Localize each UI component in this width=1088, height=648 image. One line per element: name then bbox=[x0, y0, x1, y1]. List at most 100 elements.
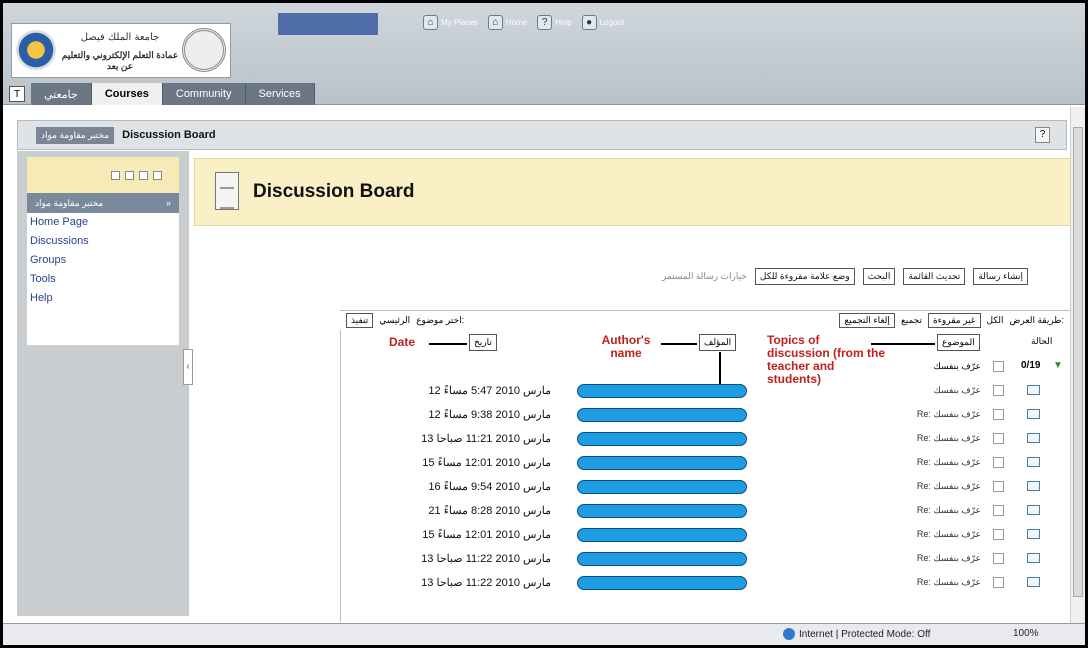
logout-link[interactable]: ● Logout bbox=[581, 15, 624, 30]
topic-column-header[interactable]: الموضوع bbox=[937, 334, 980, 351]
content-area: Discussion Board خيارات رسالة المستمر وض… bbox=[194, 158, 1076, 622]
author-redaction bbox=[577, 384, 747, 398]
row-checkbox[interactable] bbox=[993, 433, 1004, 444]
search-button[interactable]: البحث bbox=[862, 268, 896, 285]
collapse-panel-button[interactable]: ‹ bbox=[183, 349, 193, 385]
row-checkbox[interactable] bbox=[993, 505, 1004, 516]
view-toolbar: تنفيذ الرئيسي اختر موضوع: إلغاء التجميع … bbox=[340, 310, 1070, 330]
row-checkbox[interactable] bbox=[993, 577, 1004, 588]
table-row[interactable]: 15 مارس 2010 12:01 مساءً Re: عرّف بنفسك bbox=[341, 524, 1070, 546]
message-topic[interactable]: Re: عرّف بنفسك bbox=[811, 577, 981, 588]
table-row[interactable]: 13 مارس 2010 11:22 صباحا Re: عرّف بنفسك bbox=[341, 572, 1070, 594]
date-column-header[interactable]: تاريخ bbox=[469, 334, 497, 351]
ungroup-button[interactable]: إلغاء التجميع bbox=[839, 313, 895, 328]
status-column-header: الحالة bbox=[1031, 336, 1053, 346]
topic-annotation-line bbox=[871, 343, 935, 345]
home-link[interactable]: ⌂ Home bbox=[487, 15, 528, 30]
row-checkbox[interactable] bbox=[993, 481, 1004, 492]
home-label: Home bbox=[505, 18, 528, 27]
folder-view-icon[interactable] bbox=[125, 171, 134, 180]
my-places-link[interactable]: ⌂ My Places bbox=[423, 15, 478, 30]
envelope-icon bbox=[1027, 433, 1040, 443]
tab-services[interactable]: Services bbox=[245, 83, 315, 105]
tab-my-university[interactable]: جامعتي bbox=[31, 83, 92, 105]
table-row[interactable]: 12 مارس 2010 9:38 مساءً Re: عرّف بنفسك bbox=[341, 404, 1070, 426]
mark-all-read-button[interactable]: وضع علامة مقروءة للكل bbox=[754, 268, 855, 285]
breadcrumb-course[interactable]: مختبر مقاومة مواد bbox=[36, 126, 115, 144]
help-icon[interactable]: ? bbox=[1035, 127, 1050, 143]
create-message-button[interactable]: إنشاء رسالة bbox=[973, 268, 1028, 285]
author-redaction bbox=[577, 552, 747, 566]
row-checkbox[interactable] bbox=[993, 385, 1004, 396]
message-topic[interactable]: Re: عرّف بنفسك bbox=[811, 505, 981, 516]
tab-community[interactable]: Community bbox=[162, 83, 246, 105]
places-icon: ⌂ bbox=[423, 15, 438, 30]
security-zone[interactable]: Internet | Protected Mode: Off bbox=[783, 628, 930, 640]
refresh-list-button[interactable]: تحديث القائمة bbox=[903, 268, 966, 285]
date-annotation: Date bbox=[389, 335, 416, 349]
execute-button[interactable]: تنفيذ bbox=[346, 313, 374, 328]
thread-title[interactable]: عرّف بنفسك bbox=[901, 361, 981, 372]
message-topic[interactable]: Re: عرّف بنفسك bbox=[811, 529, 981, 540]
browser-status-bar: Internet | Protected Mode: Off 100% bbox=[3, 623, 1085, 645]
author-redaction bbox=[577, 576, 747, 590]
message-topic[interactable]: Re: عرّف بنفسك bbox=[811, 433, 981, 444]
all-filter-button[interactable]: الكل bbox=[987, 315, 1004, 326]
pick-topic-label: اختر موضوع: bbox=[416, 315, 465, 325]
thread-options-link[interactable]: خيارات رسالة المستمر bbox=[662, 271, 747, 282]
message-topic[interactable]: Re: عرّف بنفسك bbox=[811, 457, 981, 468]
logo-seal-icon bbox=[16, 30, 56, 70]
page-title-band: Discussion Board bbox=[194, 158, 1076, 226]
sidebar-item-help[interactable]: Help bbox=[27, 289, 179, 308]
new-window-icon[interactable] bbox=[139, 171, 148, 180]
table-row[interactable]: 21 مارس 2010 8:28 مساءً Re: عرّف بنفسك bbox=[341, 500, 1070, 522]
table-row[interactable]: 13 مارس 2010 11:22 صباحا Re: عرّف بنفسك bbox=[341, 548, 1070, 570]
sidebar-item-home-page[interactable]: Home Page bbox=[27, 213, 179, 232]
message-topic[interactable]: عرّف بنفسك bbox=[811, 385, 981, 396]
menu-course-title[interactable]: مختبر مقاومة مواد » bbox=[27, 193, 179, 213]
row-checkbox[interactable] bbox=[993, 409, 1004, 420]
table-row[interactable]: 13 مارس 2010 11:21 صباحا Re: عرّف بنفسك bbox=[341, 428, 1070, 450]
university-logo[interactable]: جامعة الملك فيصل عمادة التعلم الإلكتروني… bbox=[11, 23, 231, 78]
zoom-level[interactable]: 100% bbox=[1013, 628, 1039, 639]
help-label: Help bbox=[555, 18, 572, 27]
thread-row[interactable]: عرّف بنفسك 0/19 ▼ bbox=[341, 356, 1070, 378]
page-title: Discussion Board bbox=[253, 181, 415, 202]
tab-courses[interactable]: Courses bbox=[91, 83, 163, 105]
author-redaction bbox=[577, 528, 747, 542]
sidebar-item-discussions[interactable]: Discussions bbox=[27, 232, 179, 251]
logo-university-name: جامعة الملك فيصل bbox=[80, 32, 160, 43]
group-button[interactable]: تجميع bbox=[901, 315, 922, 326]
message-topic[interactable]: Re: عرّف بنفسك bbox=[811, 553, 981, 564]
envelope-icon bbox=[1027, 457, 1040, 467]
help-link[interactable]: ? Help bbox=[537, 15, 572, 30]
row-checkbox[interactable] bbox=[993, 553, 1004, 564]
envelope-icon bbox=[1027, 529, 1040, 539]
table-row[interactable]: 15 مارس 2010 12:01 مساءً Re: عرّف بنفسك bbox=[341, 452, 1070, 474]
my-places-label: My Places bbox=[441, 18, 478, 27]
row-checkbox[interactable] bbox=[993, 529, 1004, 540]
message-topic[interactable]: Re: عرّف بنفسك bbox=[811, 409, 981, 420]
unread-filter-button[interactable]: غير مقروءة bbox=[927, 313, 981, 328]
message-topic[interactable]: Re: عرّف بنفسك bbox=[811, 481, 981, 492]
table-row[interactable]: 12 مارس 2010 5:47 مساءً عرّف بنفسك bbox=[341, 380, 1070, 402]
author-column-header[interactable]: المؤلف bbox=[699, 334, 737, 351]
page-scrollbar[interactable] bbox=[1070, 107, 1085, 623]
menu-course-title-label: مختبر مقاومة مواد bbox=[35, 197, 104, 208]
detach-icon[interactable] bbox=[153, 171, 162, 180]
messages-table: تاريخ المؤلف الموضوع الحالة Date Author'… bbox=[340, 330, 1070, 622]
main-tabs: T جامعتي Courses Community Services bbox=[3, 82, 315, 105]
collapse-menu-icon[interactable]: T bbox=[9, 86, 25, 102]
row-checkbox[interactable] bbox=[993, 457, 1004, 468]
scrollbar-thumb[interactable] bbox=[1073, 127, 1083, 597]
expand-arrow-icon[interactable]: ▼ bbox=[1053, 360, 1063, 371]
sidebar-item-groups[interactable]: Groups bbox=[27, 251, 179, 270]
table-row[interactable]: 16 مارس 2010 9:54 مساءً Re: عرّف بنفسك bbox=[341, 476, 1070, 498]
sidebar-item-tools[interactable]: Tools bbox=[27, 270, 179, 289]
message-date: 12 مارس 2010 5:47 مساءً bbox=[428, 385, 551, 397]
thread-checkbox[interactable] bbox=[993, 361, 1004, 372]
message-date: 21 مارس 2010 8:28 مساءً bbox=[428, 505, 551, 517]
main-topic-select[interactable]: الرئيسي bbox=[379, 315, 410, 326]
list-view-icon[interactable] bbox=[111, 171, 120, 180]
help-icon: ? bbox=[537, 15, 553, 30]
